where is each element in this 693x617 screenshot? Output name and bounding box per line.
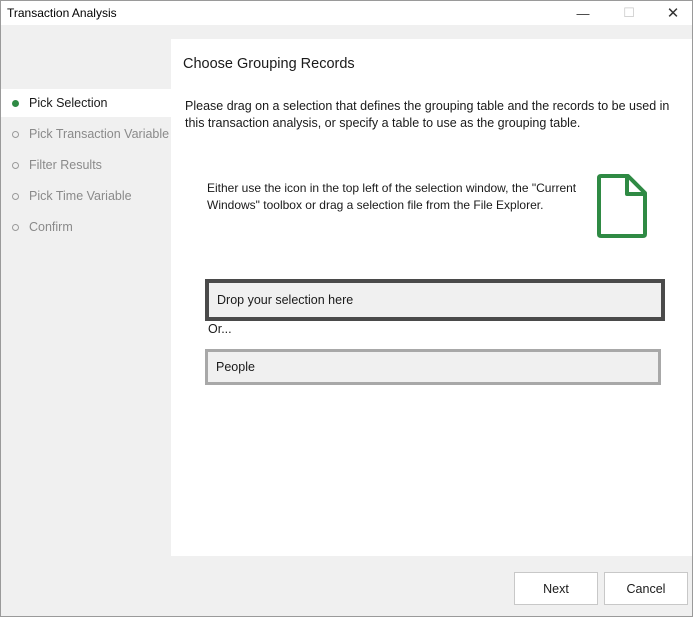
title-bar: Transaction Analysis — ☐ ✕	[1, 1, 692, 25]
step-label: Filter Results	[29, 158, 102, 172]
step-dot-icon	[12, 192, 19, 200]
step-dot-icon	[12, 161, 19, 169]
step-filter-results[interactable]: Filter Results	[1, 151, 171, 179]
step-label: Pick Selection	[29, 96, 108, 110]
dialog-window: Transaction Analysis — ☐ ✕ Pick Selectio…	[0, 0, 693, 617]
intro-text: Please drag on a selection that defines …	[185, 99, 670, 130]
step-confirm[interactable]: Confirm	[1, 213, 171, 241]
step-dot-icon	[12, 130, 19, 138]
grouping-table-value: People	[216, 360, 255, 374]
wizard-steps: Pick Selection Pick Transaction Variable…	[1, 26, 171, 556]
step-active-dot-icon	[12, 99, 19, 107]
hint-text: Either use the icon in the top left of t…	[207, 181, 577, 212]
close-button[interactable]: ✕	[651, 1, 693, 25]
step-pick-transaction-variable[interactable]: Pick Transaction Variable	[1, 120, 171, 148]
file-icon	[597, 174, 647, 238]
next-button[interactable]: Next	[514, 572, 598, 605]
content-panel: Choose Grouping Records Please drag on a…	[171, 39, 692, 556]
grouping-table-field[interactable]: People	[205, 349, 661, 385]
step-pick-selection[interactable]: Pick Selection	[1, 89, 171, 117]
step-label: Confirm	[29, 220, 73, 234]
cancel-button[interactable]: Cancel	[604, 572, 688, 605]
maximize-button: ☐	[623, 5, 635, 20]
or-label: Or...	[208, 322, 232, 336]
page-title: Choose Grouping Records	[183, 56, 355, 72]
selection-drop-zone[interactable]: Drop your selection here	[205, 279, 665, 321]
drop-zone-label: Drop your selection here	[217, 293, 354, 307]
step-pick-time-variable[interactable]: Pick Time Variable	[1, 182, 171, 210]
step-label: Pick Time Variable	[29, 189, 132, 203]
minimize-button[interactable]: —	[561, 1, 605, 25]
step-label: Pick Transaction Variable	[29, 127, 170, 141]
step-dot-icon	[12, 223, 19, 231]
window-title: Transaction Analysis	[7, 6, 117, 20]
